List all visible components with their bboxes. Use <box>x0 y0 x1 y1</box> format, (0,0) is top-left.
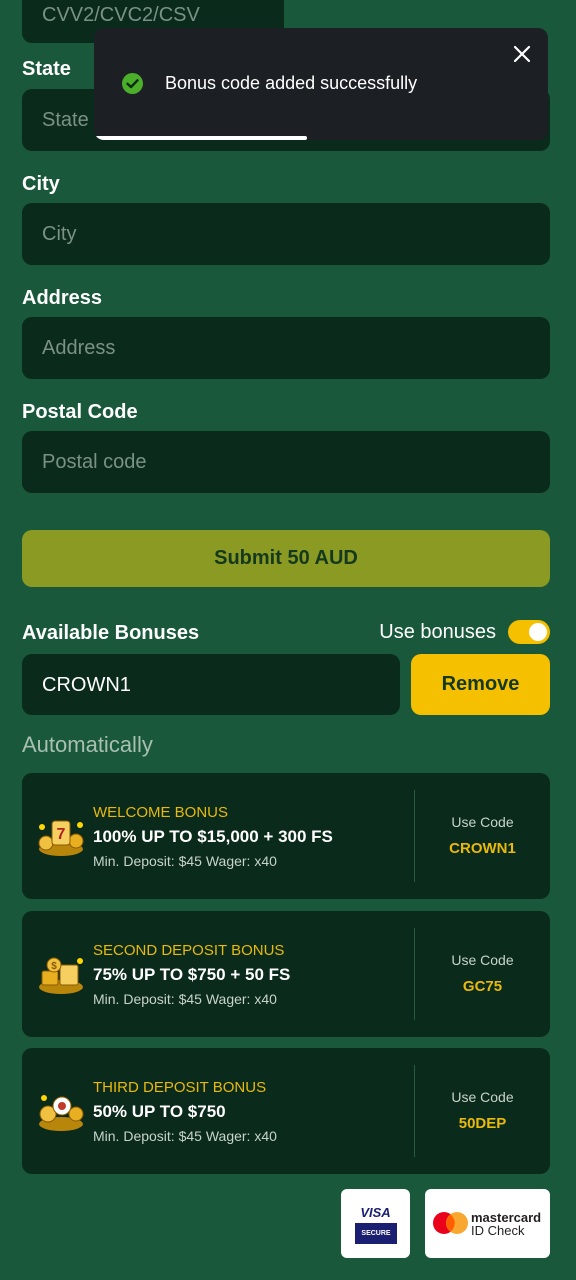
use-bonuses-toggle[interactable] <box>508 620 550 644</box>
use-code-label: Use Code <box>451 1089 514 1105</box>
bonus-divider <box>414 1065 415 1157</box>
submit-button[interactable]: Submit 50 AUD <box>22 530 550 587</box>
bonus-offer: 75% UP TO $750 + 50 FS <box>93 965 291 984</box>
svg-text:$: $ <box>51 961 57 972</box>
bonus-terms: Min. Deposit: $45 Wager: x40 <box>93 991 277 1007</box>
check-circle-icon <box>122 73 143 94</box>
visa-text: VISA <box>360 1205 391 1220</box>
bonus-type: THIRD DEPOSIT BONUS <box>93 1079 267 1096</box>
bonus-card-third-deposit[interactable]: THIRD DEPOSIT BONUS 50% UP TO $750 Min. … <box>22 1048 550 1174</box>
visa-secure-badge: SECURE <box>355 1223 397 1244</box>
available-bonuses-title: Available Bonuses <box>22 622 200 644</box>
city-input[interactable] <box>22 203 550 265</box>
bonus-offer: 100% UP TO $15,000 + 300 FS <box>93 827 333 846</box>
bonus-type: SECOND DEPOSIT BONUS <box>93 942 285 959</box>
use-code-label: Use Code <box>451 952 514 968</box>
close-icon[interactable] <box>510 42 534 66</box>
id-check-text: ID Check <box>471 1223 525 1238</box>
bonus-type: WELCOME BONUS <box>93 804 229 821</box>
bonus-code-input[interactable]: CROWN1 <box>22 654 400 715</box>
svg-text:7: 7 <box>57 826 66 843</box>
mastercard-circles-icon <box>433 1212 468 1234</box>
casino-chips-icon <box>39 1095 84 1131</box>
visa-secure-logo: VISA SECURE <box>341 1189 410 1258</box>
bonus-card-welcome[interactable]: 7 WELCOME BONUS 100% UP TO $15,000 + 300… <box>22 773 550 899</box>
bonus-code-value: 50DEP <box>458 1115 507 1132</box>
use-bonuses-label: Use bonuses <box>379 620 496 643</box>
toggle-knob <box>529 623 547 641</box>
mastercard-id-check-logo: mastercard ID Check <box>425 1189 550 1258</box>
automatically-label: Automatically <box>22 732 153 757</box>
slot-7s-icon: 7 <box>38 820 84 856</box>
state-label: State <box>22 58 71 80</box>
address-label: Address <box>22 287 103 309</box>
success-toast: Bonus code added successfully <box>94 28 548 140</box>
bonus-terms: Min. Deposit: $45 Wager: x40 <box>93 1128 277 1144</box>
bonus-terms: Min. Deposit: $45 Wager: x40 <box>93 853 277 869</box>
postal-code-label: Postal Code <box>22 401 138 423</box>
postal-code-input[interactable] <box>22 431 550 493</box>
bonus-card-second-deposit[interactable]: $ SECOND DEPOSIT BONUS 75% UP TO $750 + … <box>22 911 550 1037</box>
toast-progress-bar <box>94 136 308 140</box>
bonus-code-value: GC75 <box>462 978 503 995</box>
bonus-divider <box>414 928 415 1020</box>
gold-stack-icon: $ <box>39 957 83 994</box>
city-label: City <box>22 173 60 195</box>
bonus-code-value: CROWN1 <box>449 840 516 857</box>
address-input[interactable] <box>22 317 550 379</box>
bonus-divider <box>414 790 415 882</box>
remove-code-button[interactable]: Remove <box>411 654 550 715</box>
toast-message: Bonus code added successfully <box>165 73 418 93</box>
use-code-label: Use Code <box>451 814 514 830</box>
bonus-offer: 50% UP TO $750 <box>93 1102 226 1121</box>
use-bonuses-row: Use bonuses <box>379 620 550 644</box>
